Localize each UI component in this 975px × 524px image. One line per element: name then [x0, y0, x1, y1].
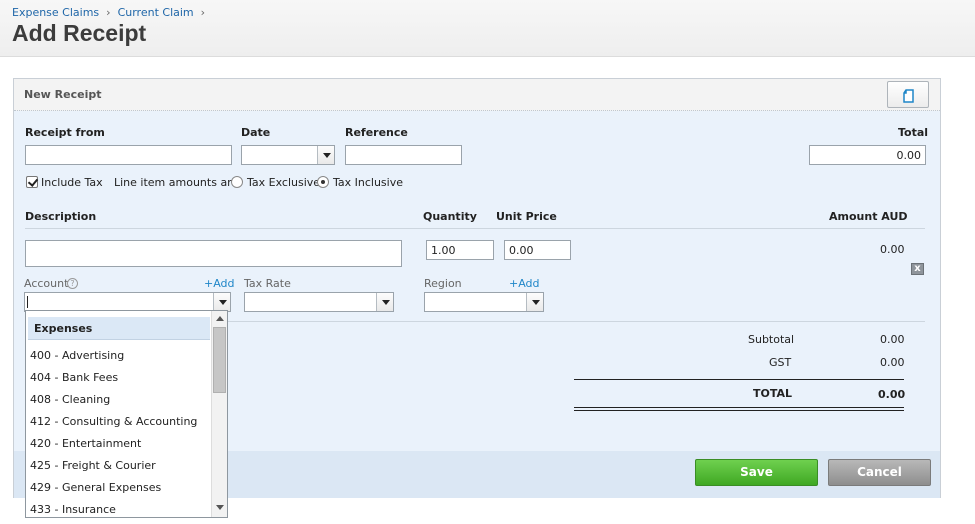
line-item-amounts-label: Line item amounts are:	[114, 176, 242, 189]
grand-total-label: TOTAL	[753, 387, 793, 400]
chevron-down-icon[interactable]	[376, 293, 393, 311]
region-add-link[interactable]: +Add	[509, 277, 540, 290]
receipt-from-label: Receipt from	[25, 126, 105, 139]
account-add-link[interactable]: +Add	[204, 277, 235, 290]
tax-inclusive-label: Tax Inclusive	[333, 176, 404, 189]
description-input[interactable]	[25, 240, 402, 267]
amount-header: Amount AUD	[829, 210, 908, 223]
region-select[interactable]	[424, 292, 544, 312]
grand-total-value: 0.00	[878, 388, 906, 401]
chevron-down-icon[interactable]	[526, 293, 543, 311]
header-divider	[25, 228, 925, 229]
tax-exclusive-radio[interactable]	[231, 176, 243, 188]
date-label: Date	[241, 126, 271, 139]
reference-label: Reference	[345, 126, 408, 139]
total-label: Total	[898, 126, 929, 139]
document-icon	[903, 89, 914, 103]
dropdown-scrollbar[interactable]	[211, 311, 227, 517]
include-tax-checkbox[interactable]	[26, 176, 38, 188]
dropdown-item[interactable]: 400 - Advertising	[30, 349, 124, 362]
quantity-header: Quantity	[423, 210, 477, 223]
reference-input[interactable]	[345, 145, 462, 165]
scroll-up-icon[interactable]	[216, 316, 224, 321]
total-double-rule	[574, 407, 904, 408]
top-header: Expense Claims › Current Claim › Add Receip…	[0, 0, 975, 57]
dropdown-item[interactable]: 404 - Bank Fees	[30, 371, 118, 384]
account-dropdown-list[interactable]: Expenses 400 - Advertising 404 - Bank Fe…	[25, 310, 228, 518]
include-tax-label: Include Tax	[41, 176, 103, 189]
description-header: Description	[25, 210, 97, 223]
gst-label: GST	[769, 356, 792, 369]
total-double-rule	[574, 410, 904, 411]
scrollbar-thumb[interactable]	[213, 327, 226, 393]
receipt-from-input[interactable]	[25, 145, 232, 165]
dropdown-item[interactable]: 412 - Consulting & Accounting	[30, 415, 197, 428]
tax-exclusive-label: Tax Exclusive	[247, 176, 321, 189]
dropdown-item[interactable]: 433 - Insurance	[30, 503, 116, 516]
breadcrumb-current-claim[interactable]: Current Claim	[118, 6, 194, 19]
region-label: Region	[424, 277, 462, 290]
dropdown-group-expenses: Expenses	[28, 317, 210, 340]
chevron-down-icon[interactable]	[317, 146, 334, 164]
subtotal-label: Subtotal	[748, 333, 795, 346]
tax-rate-label: Tax Rate	[244, 277, 291, 290]
items-divider	[224, 321, 925, 322]
help-icon[interactable]: ?	[67, 278, 78, 289]
total-rule	[574, 379, 904, 380]
cancel-button[interactable]: Cancel	[828, 459, 931, 486]
subtotal-value: 0.00	[880, 333, 905, 346]
unit-price-input[interactable]: 0.00	[504, 240, 571, 260]
save-button[interactable]: Save	[695, 459, 818, 486]
page-title: Add Receipt	[12, 20, 147, 46]
breadcrumb: Expense Claims › Current Claim ›	[12, 6, 212, 19]
dropdown-item[interactable]: 425 - Freight & Courier	[30, 459, 156, 472]
copy-button[interactable]	[887, 81, 929, 108]
scroll-down-icon[interactable]	[216, 505, 224, 510]
panel-header: New Receipt	[14, 79, 940, 111]
dropdown-item[interactable]: 420 - Entertainment	[30, 437, 141, 450]
quantity-input[interactable]: 1.00	[426, 240, 494, 260]
amount-value: 0.00	[880, 243, 905, 256]
breadcrumb-separator: ›	[200, 6, 206, 19]
date-picker[interactable]	[241, 145, 335, 165]
account-label: Account	[24, 277, 69, 290]
text-cursor	[27, 296, 28, 308]
panel-title: New Receipt	[24, 88, 102, 101]
dropdown-item[interactable]: 408 - Cleaning	[30, 393, 110, 406]
breadcrumb-expense-claims[interactable]: Expense Claims	[12, 6, 99, 19]
unit-price-header: Unit Price	[496, 210, 557, 223]
breadcrumb-separator: ›	[106, 6, 111, 19]
tax-inclusive-radio[interactable]	[317, 176, 329, 188]
total-input[interactable]: 0.00	[809, 145, 926, 165]
delete-line-icon[interactable]: x	[911, 263, 924, 275]
tax-rate-select[interactable]	[244, 292, 394, 312]
gst-value: 0.00	[880, 356, 905, 369]
dropdown-item[interactable]: 429 - General Expenses	[30, 481, 161, 494]
account-select[interactable]	[24, 292, 231, 312]
chevron-down-icon[interactable]	[213, 293, 230, 311]
